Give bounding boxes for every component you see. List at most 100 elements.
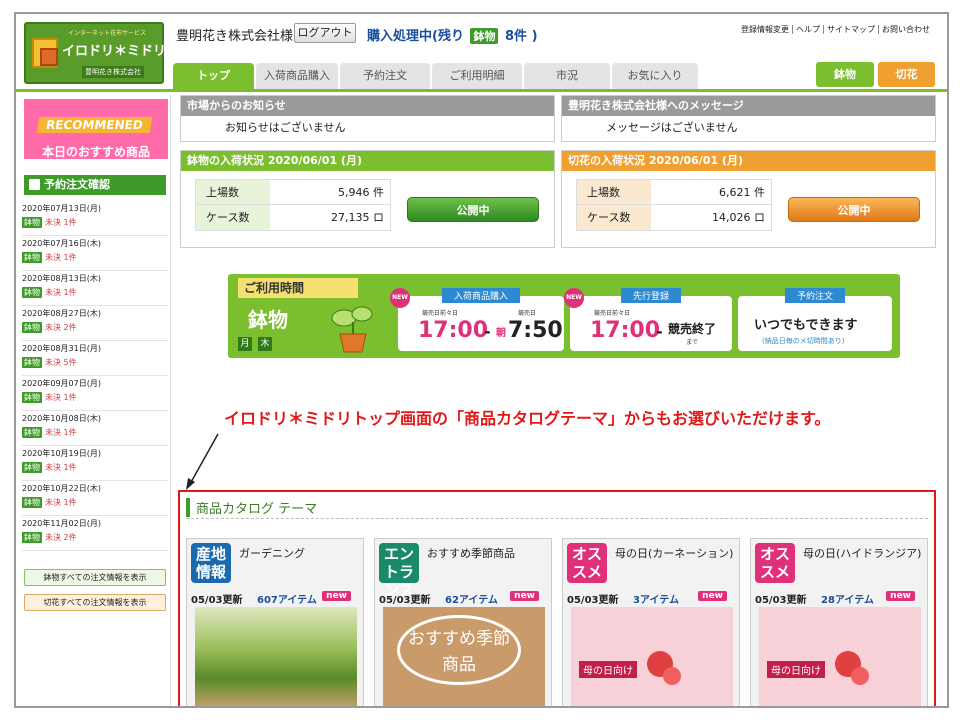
table-row: 上場数 5,946 件 xyxy=(196,180,390,205)
stat-value: 27,135 ロ xyxy=(270,205,390,230)
order-list: 2020年07月13日(月) 鉢物 未決 1件 2020年07月16日(木) 鉢物 未決… xyxy=(22,201,168,551)
show-all-hachi-orders-button[interactable]: 鉢物すべての注文情報を表示 xyxy=(24,569,166,586)
hachi-category-button[interactable]: 鉢物 xyxy=(816,62,874,87)
order-date: 2020年08月31日(月) xyxy=(22,344,101,353)
card-updated: 05/03更新 xyxy=(755,595,807,606)
box2-sub1: 競売日前々日 xyxy=(594,310,631,317)
box1-end: 7:50 xyxy=(508,318,563,343)
stat-label: ケース数 xyxy=(577,205,651,230)
tab-favorites[interactable]: お気に入り xyxy=(612,63,698,89)
status-prefix: 購入処理中(残り xyxy=(367,29,464,44)
purchase-status[interactable]: 購入処理中(残り 鉢物 8件 ) xyxy=(367,25,538,44)
card-item-count[interactable]: 62アイテム xyxy=(445,591,498,606)
tab-arrival-purchase[interactable]: 入荷商品購入 xyxy=(256,63,338,89)
pencil-icon xyxy=(29,179,40,190)
order-date: 2020年08月27日(木) xyxy=(22,309,101,318)
catalog-card-mothers-day-hydrangea[interactable]: オススメ 母の日(ハイドランジア) 05/03更新 28アイテム new 母の日… xyxy=(750,538,928,706)
list-item[interactable]: 2020年08月13日(木) 鉢物 未決 1件 xyxy=(22,271,168,306)
kiri-category-button[interactable]: 切花 xyxy=(878,62,935,87)
order-status: 未決 1件 xyxy=(45,393,77,402)
seasonal-photo[interactable]: おすすめ季節商品 xyxy=(383,607,545,706)
logo-cube-accent-icon xyxy=(40,48,58,66)
hachi-publish-button[interactable]: 公開中 xyxy=(407,197,539,222)
order-type-badge: 鉢物 xyxy=(22,252,42,263)
link-contact[interactable]: お問い合わせ xyxy=(879,25,933,34)
header: インターネット花市サービス イロドリ＊ミドリ 豊明花き株式会社 豊明花き株式会社… xyxy=(16,14,947,92)
kiri-arrival-table: 上場数 6,621 件 ケース数 14,026 ロ xyxy=(576,179,772,231)
company-name: 豊明花き株式会社様 xyxy=(176,29,294,44)
card-item-count[interactable]: 28アイテム xyxy=(821,591,874,606)
hydrangea-photo[interactable]: 母の日向け xyxy=(759,607,921,706)
potted-plant-icon xyxy=(331,306,373,353)
list-item[interactable]: 2020年08月27日(木) 鉢物 未決 2件 xyxy=(22,306,168,341)
garden-photo[interactable] xyxy=(195,607,357,706)
card-title: 母の日(カーネーション) xyxy=(615,547,734,560)
list-item[interactable]: 2020年08月31日(月) 鉢物 未決 5件 xyxy=(22,341,168,376)
card-badge: オススメ xyxy=(567,543,607,583)
catalog-card-seasonal[interactable]: エントランス おすすめ季節商品 05/03更新 62アイテム new おすすめ季… xyxy=(374,538,552,706)
recommend-banner[interactable]: RECOMMENED 本日のおすすめ商品 xyxy=(24,99,168,159)
order-status: 未決 1件 xyxy=(45,288,77,297)
list-item[interactable]: 2020年09月07日(月) 鉢物 未決 1件 xyxy=(22,376,168,411)
catalog-card-mothers-day-carnation[interactable]: オススメ 母の日(カーネーション) 05/03更新 3アイテム new 母の日向… xyxy=(562,538,740,706)
card-badge: オススメ xyxy=(755,543,795,583)
box1-sub2: 競売日 xyxy=(518,310,537,317)
mothers-day-tag: 母の日向け xyxy=(767,661,825,678)
card-title: 母の日(ハイドランジア) xyxy=(803,547,922,560)
link-help[interactable]: ヘルプ xyxy=(793,25,824,34)
logo-company: 豊明花き株式会社 xyxy=(82,66,144,78)
show-all-kiri-orders-button[interactable]: 切花すべての注文情報を表示 xyxy=(24,594,166,611)
list-item[interactable]: 2020年10月22日(木) 鉢物 未決 1件 xyxy=(22,481,168,516)
site-logo[interactable]: インターネット花市サービス イロドリ＊ミドリ 豊明花き株式会社 xyxy=(24,22,166,84)
market-notice-panel: 市場からのお知らせ お知らせはございません xyxy=(180,95,555,142)
box1-asa: 朝 xyxy=(496,328,506,339)
tab-market[interactable]: 市況 xyxy=(524,63,610,89)
top-links: 登録情報変更 ヘルプ サイトマップ お問い合わせ xyxy=(738,24,933,35)
tab-top[interactable]: トップ xyxy=(173,63,254,89)
flower-icon xyxy=(663,667,681,685)
reservation-hours: 予約注文 いつでもできます (納品日毎のメ切時間あり) xyxy=(738,288,892,351)
seasonal-image-text: おすすめ季節商品 xyxy=(397,615,521,685)
usage-time-banner[interactable]: ご利用時間 鉢物 月 木 入荷商品購入 競売日前々日 競売日 17:00 - 朝… xyxy=(228,274,900,358)
annotation-note: イロドリ＊ミドリトップ画面の「商品カタログテーマ」からもお選びいただけます。 xyxy=(224,409,831,428)
kiri-publish-button[interactable]: 公開中 xyxy=(788,197,920,222)
tab-usage-details[interactable]: ご利用明細 xyxy=(432,63,522,89)
tab-reservation[interactable]: 予約注文 xyxy=(340,63,430,89)
logout-button[interactable]: ログアウト xyxy=(294,23,356,43)
link-sitemap[interactable]: サイトマップ xyxy=(824,25,879,34)
banner-kind: 鉢物 xyxy=(248,308,288,332)
day-mon: 月 xyxy=(238,337,252,351)
order-status: 未決 1件 xyxy=(45,428,77,437)
new-badge: new xyxy=(322,591,351,601)
table-row: ケース数 27,135 ロ xyxy=(196,205,390,230)
stat-label: ケース数 xyxy=(196,205,270,230)
carnation-photo[interactable]: 母の日向け xyxy=(571,607,733,706)
list-item[interactable]: 2020年10月08日(木) 鉢物 未決 1件 xyxy=(22,411,168,446)
list-item[interactable]: 2020年07月16日(木) 鉢物 未決 1件 xyxy=(22,236,168,271)
order-type-badge: 鉢物 xyxy=(22,427,42,438)
day-thu: 木 xyxy=(258,337,272,351)
recommend-label: RECOMMENED xyxy=(36,117,152,133)
catalog-card-gardening[interactable]: 産地情報 ガーデニング 05/03更新 607アイテム new xyxy=(186,538,364,706)
hachi-arrival-table: 上場数 5,946 件 ケース数 27,135 ロ xyxy=(195,179,391,231)
card-updated: 05/03更新 xyxy=(191,595,243,606)
order-type-badge: 鉢物 xyxy=(22,497,42,508)
card-item-count[interactable]: 3アイテム xyxy=(633,591,679,606)
list-item[interactable]: 2020年10月19日(月) 鉢物 未決 1件 xyxy=(22,446,168,481)
order-type-badge: 鉢物 xyxy=(22,322,42,333)
catalog-title: 商品カタログ テーマ xyxy=(186,498,317,517)
banner-days: 月 木 xyxy=(238,337,272,351)
list-item[interactable]: 2020年11月02日(月) 鉢物 未決 2件 xyxy=(22,516,168,551)
sidebar: RECOMMENED 本日のおすすめ商品 予約注文確認 2020年07月13日(… xyxy=(16,95,171,706)
order-status: 未決 2件 xyxy=(45,323,77,332)
new-badge: new xyxy=(510,591,539,601)
order-date: 2020年10月08日(木) xyxy=(22,414,101,423)
list-item[interactable]: 2020年07月13日(月) 鉢物 未決 1件 xyxy=(22,201,168,236)
order-status: 未決 5件 xyxy=(45,358,77,367)
card-badge: エントランス xyxy=(379,543,419,599)
card-item-count[interactable]: 607アイテム xyxy=(257,591,317,606)
table-row: 上場数 6,621 件 xyxy=(577,180,771,205)
link-account-settings[interactable]: 登録情報変更 xyxy=(738,25,793,34)
arrival-purchase-hours: 入荷商品購入 競売日前々日 競売日 17:00 - 朝 7:50 xyxy=(398,288,564,351)
mothers-day-tag: 母の日向け xyxy=(579,661,637,678)
